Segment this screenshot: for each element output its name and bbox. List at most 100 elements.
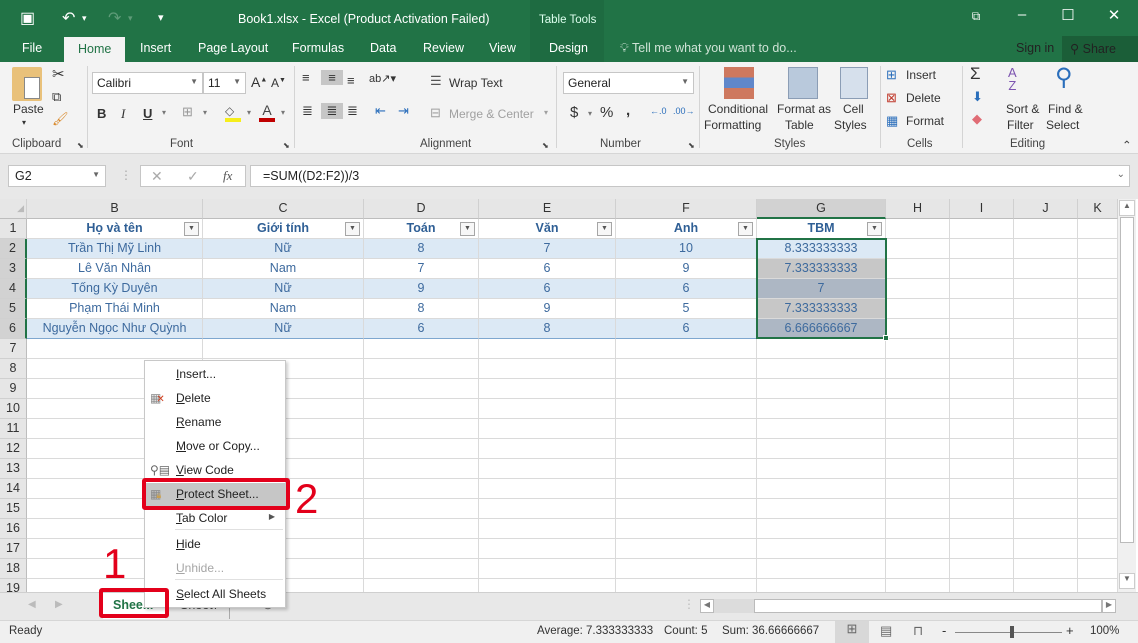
cell[interactable] — [479, 479, 616, 499]
increase-indent-icon[interactable]: ⇥ — [398, 103, 409, 119]
row-header-17[interactable]: 17 — [0, 539, 27, 559]
column-header-k[interactable]: K — [1078, 199, 1118, 219]
filter-dropdown-icon[interactable]: ▼ — [867, 222, 882, 236]
conditional-formatting-label-1[interactable]: Conditional — [708, 102, 768, 116]
cell[interactable] — [1014, 479, 1078, 499]
cell[interactable] — [950, 439, 1014, 459]
find-select-label-1[interactable]: Find & — [1048, 102, 1083, 116]
next-sheet-icon[interactable]: ▶ — [55, 599, 63, 610]
decrease-decimal-icon[interactable]: .00→ — [673, 106, 695, 116]
cell[interactable] — [1078, 579, 1118, 592]
percent-button[interactable]: % — [600, 104, 613, 121]
filter-dropdown-icon[interactable]: ▼ — [345, 222, 360, 236]
collapse-ribbon-icon[interactable]: ⌃ — [1122, 138, 1132, 152]
enter-icon[interactable]: ✓ — [187, 168, 199, 185]
row-header-10[interactable]: 10 — [0, 399, 27, 419]
cell[interactable] — [886, 299, 950, 319]
cell[interactable] — [886, 259, 950, 279]
cell[interactable] — [479, 579, 616, 592]
normal-view-icon[interactable]: ⊞ — [835, 621, 869, 643]
menu-item-delete[interactable]: ▦✕ Delete — [145, 387, 285, 411]
table-cell[interactable]: Trần Thị Mỹ Linh — [27, 239, 203, 259]
table-cell[interactable]: Nữ — [203, 319, 364, 339]
borders-dropdown-icon[interactable]: ▾ — [203, 108, 207, 117]
insert-cells-button[interactable]: Insert — [906, 68, 936, 82]
cell[interactable] — [364, 419, 479, 439]
column-header-b[interactable]: B — [27, 199, 203, 219]
zoom-out-button[interactable]: - — [942, 623, 946, 638]
table-cell[interactable]: Nữ — [203, 239, 364, 259]
cell[interactable] — [1078, 359, 1118, 379]
table-cell[interactable]: 7 — [479, 239, 616, 259]
table-cell[interactable]: 6 — [479, 279, 616, 299]
cell[interactable] — [950, 399, 1014, 419]
cell[interactable] — [886, 239, 950, 259]
fill-color-icon[interactable]: ◇ — [225, 104, 241, 122]
page-layout-view-icon[interactable]: ▤ — [880, 623, 892, 639]
sort-filter-label-1[interactable]: Sort & — [1006, 102, 1039, 116]
cell[interactable] — [364, 339, 479, 359]
tab-insert[interactable]: Insert — [138, 41, 173, 55]
cell[interactable] — [616, 479, 757, 499]
row-header-6[interactable]: 6 — [0, 319, 27, 339]
merge-dropdown-icon[interactable]: ▾ — [544, 108, 548, 117]
underline-button[interactable]: U — [143, 106, 152, 121]
maximize-button[interactable]: ☐ — [1058, 6, 1078, 24]
menu-item-hide[interactable]: Hide — [145, 533, 285, 557]
row-header-1[interactable]: 1 — [0, 219, 27, 239]
zoom-slider[interactable] — [955, 632, 1062, 633]
cell[interactable] — [27, 339, 203, 359]
table-cell[interactable]: Lê Văn Nhân — [27, 259, 203, 279]
table-cell[interactable]: 6 — [479, 259, 616, 279]
font-color-dropdown-icon[interactable]: ▾ — [281, 108, 285, 117]
bottom-align-icon[interactable]: ≡ — [347, 73, 355, 88]
tab-design[interactable]: Design — [547, 41, 590, 55]
cell[interactable] — [616, 539, 757, 559]
cell[interactable] — [886, 379, 950, 399]
cell[interactable] — [364, 359, 479, 379]
cell[interactable] — [1078, 519, 1118, 539]
middle-align-icon[interactable]: ≡ — [321, 70, 343, 85]
paste-dropdown-icon[interactable]: ▾ — [22, 118, 26, 127]
table-cell[interactable]: 7 — [364, 259, 479, 279]
tab-review[interactable]: Review — [421, 41, 466, 55]
cell[interactable] — [616, 399, 757, 419]
tab-data[interactable]: Data — [368, 41, 398, 55]
row-header-2[interactable]: 2 — [0, 239, 27, 259]
table-cell[interactable]: 6.666666667 — [757, 319, 886, 339]
cell[interactable] — [479, 359, 616, 379]
cell[interactable] — [364, 559, 479, 579]
table-cell[interactable]: 8 — [479, 319, 616, 339]
cell[interactable] — [1078, 539, 1118, 559]
table-cell[interactable]: 9 — [364, 279, 479, 299]
table-cell[interactable]: Nguyễn Ngọc Như Quỳnh — [27, 319, 203, 339]
cell[interactable] — [886, 419, 950, 439]
table-header-cell[interactable]: TBM ▼ — [757, 219, 886, 239]
cell[interactable] — [950, 339, 1014, 359]
table-cell[interactable]: 6 — [364, 319, 479, 339]
table-cell[interactable]: 8.333333333 — [757, 239, 886, 259]
cell[interactable] — [950, 539, 1014, 559]
cell[interactable] — [950, 579, 1014, 592]
cell[interactable] — [950, 219, 1014, 239]
cell[interactable] — [757, 379, 886, 399]
cell[interactable] — [1014, 579, 1078, 592]
row-header-8[interactable]: 8 — [0, 359, 27, 379]
clear-icon[interactable]: ◆ — [972, 111, 982, 127]
cell[interactable] — [950, 259, 1014, 279]
cell[interactable] — [364, 499, 479, 519]
menu-item-tab-color[interactable]: Tab Color ▶ — [145, 507, 285, 531]
increase-decimal-icon[interactable]: ←.0 — [650, 106, 667, 116]
customize-qat-icon[interactable]: ▾ — [158, 11, 164, 24]
ribbon-display-options-icon[interactable]: ⧉ — [966, 9, 986, 24]
table-cell[interactable]: Tống Kỳ Duyên — [27, 279, 203, 299]
row-header-11[interactable]: 11 — [0, 419, 27, 439]
tab-view[interactable]: View — [487, 41, 518, 55]
currency-dropdown-icon[interactable]: ▾ — [588, 109, 592, 118]
cell[interactable] — [1078, 459, 1118, 479]
sign-in-link[interactable]: Sign in — [1016, 41, 1054, 55]
vertical-scroll-thumb[interactable] — [1120, 217, 1134, 543]
cut-icon[interactable]: ✂ — [52, 65, 65, 83]
cell[interactable] — [1014, 379, 1078, 399]
cell[interactable] — [616, 419, 757, 439]
